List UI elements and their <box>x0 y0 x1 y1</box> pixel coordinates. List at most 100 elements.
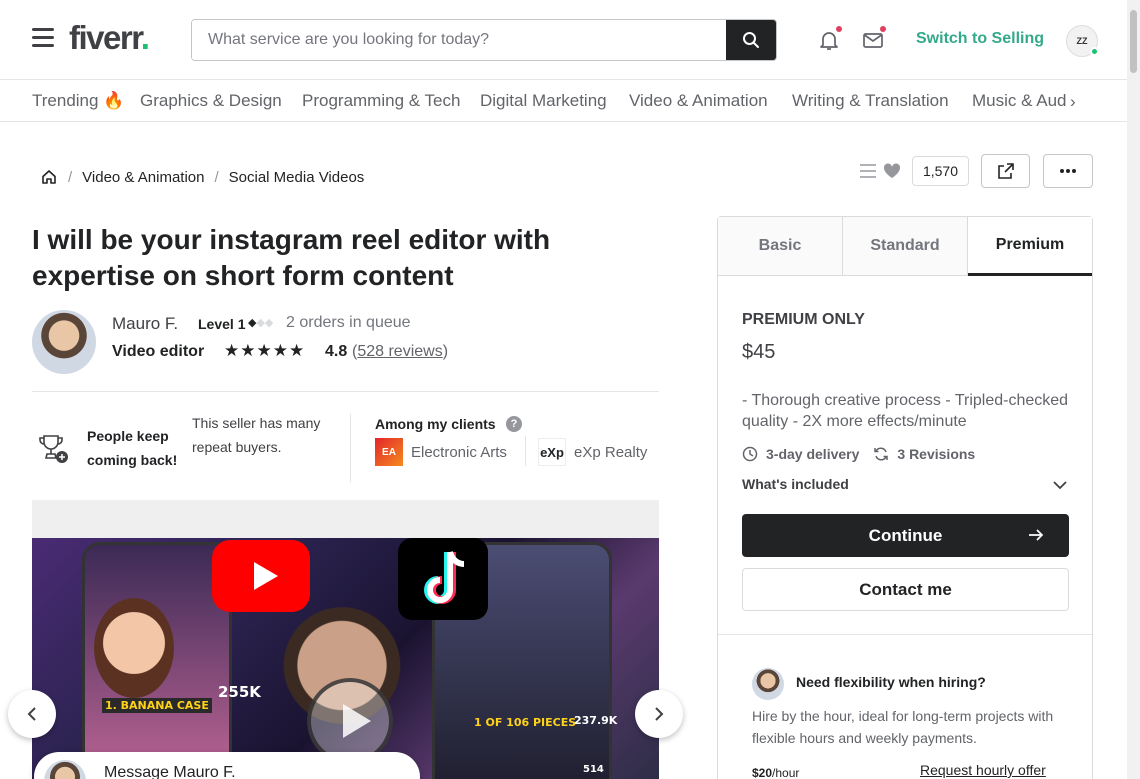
flexibility-title: Need flexibility when hiring? <box>796 674 986 690</box>
ea-logo: EA <box>375 438 403 466</box>
search-input[interactable] <box>192 20 728 60</box>
seller-mini-avatar <box>44 760 86 779</box>
chevron-down-icon[interactable] <box>1052 477 1068 493</box>
reviews-link-text[interactable]: 528 reviews <box>357 343 442 360</box>
switch-to-selling-link[interactable]: Switch to Selling <box>916 30 1044 48</box>
delivery-time: 3-day delivery <box>766 446 860 462</box>
message-seller-bubble[interactable]: Message Mauro F. <box>34 752 420 779</box>
package-meta: 3-day delivery 3 Revisions <box>742 446 975 462</box>
search-button[interactable] <box>726 20 776 60</box>
divider <box>350 414 351 482</box>
rating-stars: ★★★★★ <box>224 341 306 360</box>
category-video-animation[interactable]: Video & Animation <box>629 91 768 111</box>
trophy-icon <box>39 435 68 463</box>
category-music-audio[interactable]: Music & Aud <box>972 91 1070 111</box>
pieces-label: 1 OF 106 PIECES <box>474 716 577 729</box>
top-header: fiverr. Switch to Selling ZZ <box>0 0 1127 80</box>
messages-button[interactable] <box>861 26 886 52</box>
tab-standard[interactable]: Standard <box>843 217 968 276</box>
category-nav: Trending 🔥 Graphics & Design Programming… <box>0 81 1127 122</box>
hourly-rate-unit: /hour <box>772 766 800 779</box>
repeat-buyers-title: People keep coming back! <box>87 428 178 468</box>
notifications-button[interactable] <box>817 26 842 52</box>
exp-logo: eXp <box>538 438 566 466</box>
breadcrumb: / Video & Animation / Social Media Video… <box>40 168 364 186</box>
share-button[interactable] <box>981 154 1030 188</box>
tiktok-icon <box>398 538 488 620</box>
divider <box>718 634 1092 635</box>
share-icon <box>997 163 1014 179</box>
breadcrumb-separator: / <box>214 168 219 186</box>
seller-level: Level 1 <box>198 316 246 332</box>
prev-media-button[interactable] <box>8 690 56 738</box>
refresh-icon <box>874 447 889 461</box>
continue-button[interactable]: Continue <box>742 514 1069 557</box>
reviews-link[interactable]: (528 reviews) <box>352 343 448 361</box>
contact-me-button[interactable]: Contact me <box>742 568 1069 611</box>
flexibility-description: Hire by the hour, ideal for long-term pr… <box>752 708 1054 746</box>
client-exp-realty: eXp eXp Realty <box>538 438 647 466</box>
category-programming-tech[interactable]: Programming & Tech <box>302 91 460 111</box>
woman-face <box>94 598 174 698</box>
menu-icon[interactable] <box>32 28 54 47</box>
more-options-button[interactable] <box>1043 154 1093 188</box>
home-icon[interactable] <box>40 168 58 186</box>
arrow-right-icon <box>1029 529 1044 541</box>
category-writing-translation[interactable]: Writing & Translation <box>792 91 949 111</box>
search-icon <box>743 32 759 48</box>
more-icon <box>1060 169 1076 173</box>
tab-premium[interactable]: Premium <box>968 217 1092 276</box>
continue-label: Continue <box>868 525 943 545</box>
category-graphics-design[interactable]: Graphics & Design <box>140 91 282 111</box>
help-icon[interactable]: ? <box>506 416 522 432</box>
small-counter: 514 <box>583 764 604 775</box>
heart-icon[interactable] <box>883 163 901 179</box>
reviews-paren-close: ) <box>442 343 449 360</box>
package-description: - Thorough creative process - Tripled-ch… <box>742 392 1069 430</box>
message-seller-text: Message Mauro F. <box>104 764 236 779</box>
breadcrumb-separator: / <box>68 168 73 186</box>
chevron-right-icon[interactable]: › <box>1070 92 1076 112</box>
category-trending[interactable]: Trending 🔥 <box>32 91 124 111</box>
orders-in-queue: 2 orders in queue <box>286 314 411 331</box>
fiverr-logo[interactable]: fiverr. <box>69 19 150 57</box>
gig-media-gallery[interactable]: 1. BANANA CASE 255K 1 OF 106 PIECES 237.… <box>32 538 659 779</box>
user-avatar[interactable]: ZZ <box>1066 25 1099 57</box>
seller-role: Video editor <box>112 343 205 360</box>
client-name: Electronic Arts <box>411 443 507 461</box>
breadcrumb-social-media-videos[interactable]: Social Media Videos <box>229 169 365 186</box>
breadcrumb-video-animation[interactable]: Video & Animation <box>82 169 204 186</box>
level-diamond-empty: ◆◆ <box>256 317 274 329</box>
hourly-rate-amount: $20 <box>752 766 773 779</box>
seller-avatar[interactable] <box>32 310 96 374</box>
banana-case-label: 1. BANANA CASE <box>102 698 212 713</box>
revisions-count: 3 Revisions <box>897 446 976 462</box>
chevron-left-icon <box>27 707 36 721</box>
likes-counter: 255K <box>218 683 261 701</box>
category-digital-marketing[interactable]: Digital Marketing <box>480 91 607 111</box>
search-bar <box>191 19 777 61</box>
gig-title: I will be your instagram reel editor wit… <box>32 224 551 291</box>
request-hourly-offer-link[interactable]: Request hourly offer <box>920 762 1046 778</box>
divider <box>32 391 659 392</box>
scrollbar-thumb[interactable] <box>1130 10 1137 73</box>
online-indicator <box>1090 47 1099 56</box>
chevron-right-icon <box>655 707 664 721</box>
package-name: PREMIUM ONLY <box>742 311 865 328</box>
tab-basic[interactable]: Basic <box>718 217 843 276</box>
whats-included-toggle[interactable]: What's included <box>742 476 849 492</box>
package-card: Basic Standard Premium PREMIUM ONLY $45 … <box>717 216 1093 779</box>
package-price: $45 <box>742 341 776 363</box>
seller-name[interactable]: Mauro F. <box>112 314 178 334</box>
package-tabs: Basic Standard Premium <box>718 217 1092 277</box>
flexibility-avatar <box>752 668 784 700</box>
next-media-button[interactable] <box>635 690 683 738</box>
media-top-bar <box>32 500 659 538</box>
page-scrollbar[interactable] <box>1127 0 1140 779</box>
likes-count: 1,570 <box>912 156 969 186</box>
client-electronic-arts: EA Electronic Arts <box>375 438 507 466</box>
level-diamonds: ◆◆◆ <box>248 316 273 329</box>
collections-icon[interactable] <box>859 163 877 179</box>
clients-title: Among my clients <box>375 416 496 432</box>
message-dot <box>880 26 886 32</box>
